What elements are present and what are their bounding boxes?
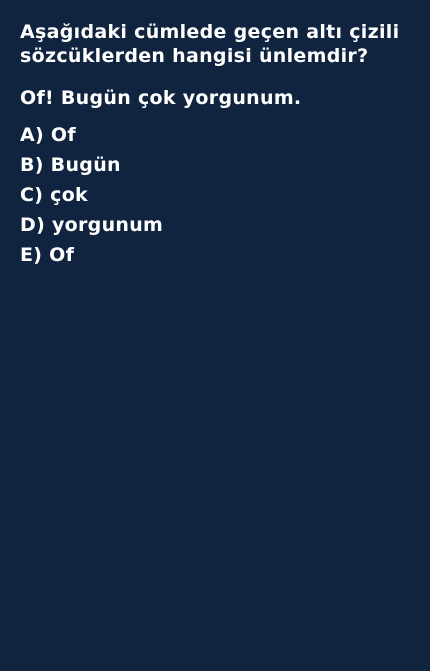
example-sentence: Of! Bugün çok yorgunum. bbox=[20, 87, 302, 109]
option-b[interactable]: B) Bugün bbox=[20, 150, 410, 180]
quiz-screen: Aşağıdaki cümlede geçen altı çizili sözc… bbox=[0, 0, 430, 671]
answer-options: A) Of B) Bugün C) çok D) yorgunum E) Of bbox=[20, 120, 410, 270]
question-text: Aşağıdaki cümlede geçen altı çizili sözc… bbox=[20, 20, 410, 68]
question-line-1: Aşağıdaki cümlede geçen altı çizili bbox=[20, 21, 400, 43]
option-e[interactable]: E) Of bbox=[20, 240, 410, 270]
option-d[interactable]: D) yorgunum bbox=[20, 210, 410, 240]
option-a[interactable]: A) Of bbox=[20, 120, 410, 150]
question-line-2: sözcüklerden hangisi ünlemdir? bbox=[20, 45, 369, 67]
option-c[interactable]: C) çok bbox=[20, 180, 410, 210]
